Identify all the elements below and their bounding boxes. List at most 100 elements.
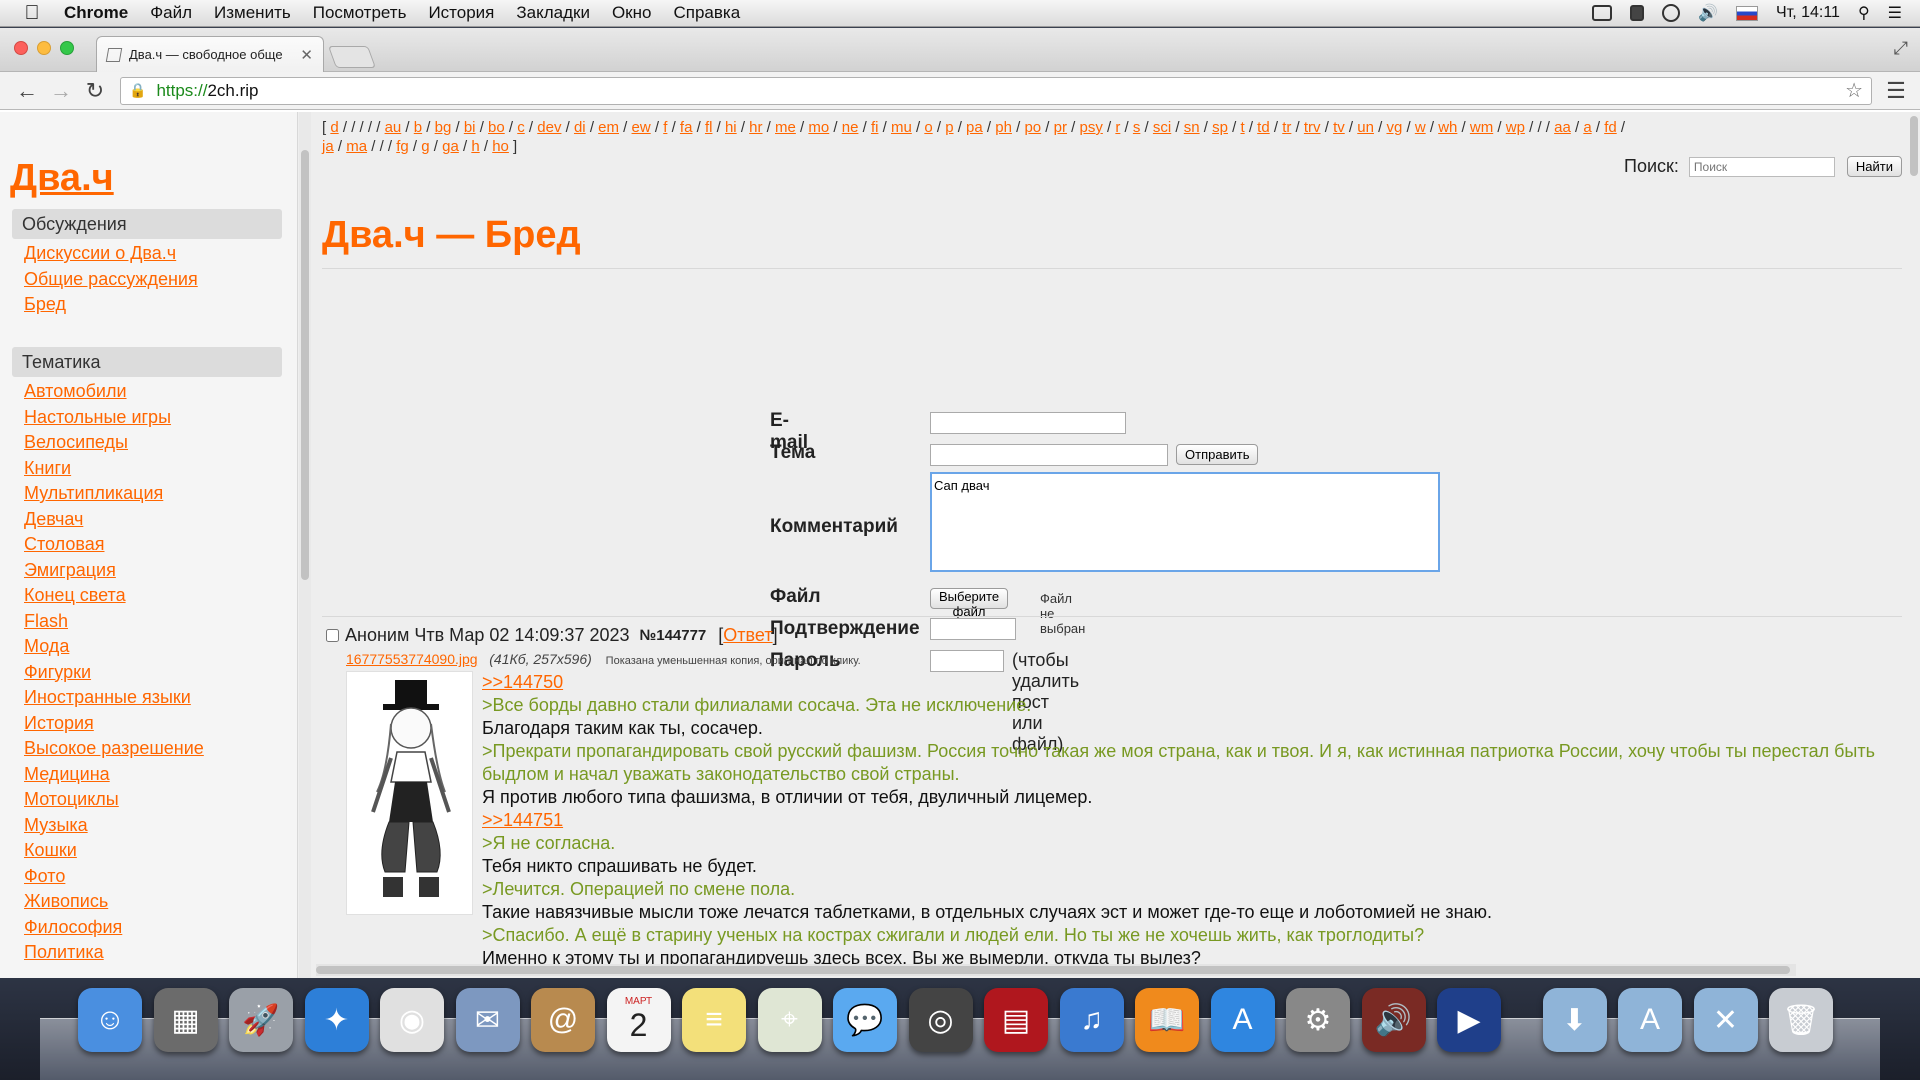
board-link-tr[interactable]: tr xyxy=(1282,119,1291,136)
safari-icon[interactable]: ✦ xyxy=(304,988,369,1052)
sidebar-link[interactable]: Дискуссии о Два.ч xyxy=(12,241,282,267)
tab-close-icon[interactable]: ✕ xyxy=(300,46,313,64)
back-arrow-icon[interactable]: ← xyxy=(10,78,44,104)
sidebar-link[interactable]: Медицина xyxy=(12,762,282,788)
calendar-icon[interactable]: МАРТ 2 xyxy=(606,988,671,1052)
sidebar-link[interactable]: Девчач xyxy=(12,507,282,533)
board-link-ma[interactable]: ma xyxy=(346,138,367,155)
sidebar-link[interactable]: Фигурки xyxy=(12,660,282,686)
chrome-menu-icon[interactable]: ☰ xyxy=(1882,78,1910,104)
board-link-em[interactable]: em xyxy=(598,119,619,136)
reply-link[interactable]: Ответ xyxy=(723,625,772,646)
spotlight-search-icon[interactable]: ⚲ xyxy=(1858,3,1870,23)
notification-center-icon[interactable]: ☰ xyxy=(1888,3,1902,23)
address-bar[interactable]: 🔒 https:// 2ch.rip ☆ xyxy=(120,76,1872,105)
menubar-item-bookmarks[interactable]: Закладки xyxy=(516,3,590,23)
horizontal-scrollbar[interactable] xyxy=(316,964,1796,976)
finder-icon[interactable]: ☺ xyxy=(78,988,142,1052)
battery-icon[interactable] xyxy=(1630,5,1645,21)
board-link-ga[interactable]: ga xyxy=(442,138,459,155)
launchpad-icon[interactable]: 🚀 xyxy=(229,988,293,1052)
trash-icon[interactable]: 🗑 xyxy=(1769,988,1833,1052)
sidebar-link[interactable]: Конец света xyxy=(12,583,282,609)
utilities-folder-icon[interactable]: ✕ xyxy=(1693,988,1758,1052)
board-link-mo[interactable]: mo xyxy=(808,119,829,136)
board-link-wp[interactable]: wp xyxy=(1506,119,1525,136)
sidebar-link[interactable]: История xyxy=(12,711,282,737)
new-tab-button[interactable] xyxy=(327,46,377,68)
board-link-fg[interactable]: fg xyxy=(396,138,409,155)
window-zoom-button[interactable] xyxy=(60,41,74,55)
board-link-ja[interactable]: ja xyxy=(322,138,334,155)
board-link-ew[interactable]: ew xyxy=(632,119,651,136)
menubar-item-view[interactable]: Посмотреть xyxy=(313,3,407,23)
board-link-po[interactable]: po xyxy=(1024,119,1041,136)
quote-reply-link[interactable]: >>144750 xyxy=(482,672,563,692)
board-link-b[interactable]: b xyxy=(414,119,422,136)
board-link-me[interactable]: me xyxy=(775,119,796,136)
reload-icon[interactable]: ↻ xyxy=(78,78,112,104)
system-preferences-icon[interactable]: ⚙ xyxy=(1286,988,1350,1052)
board-link-w[interactable]: w xyxy=(1415,119,1426,136)
volume-icon[interactable]: 🔊 xyxy=(1698,3,1718,23)
vertical-scrollbar[interactable] xyxy=(1908,112,1920,978)
board-link-bo[interactable]: bo xyxy=(488,119,505,136)
applications-folder-icon[interactable]: A xyxy=(1618,988,1682,1052)
notes-icon[interactable]: ≡ xyxy=(682,988,746,1052)
board-link-bg[interactable]: bg xyxy=(435,119,452,136)
board-link-di[interactable]: di xyxy=(574,119,586,136)
board-link-trv[interactable]: trv xyxy=(1304,119,1321,136)
board-link-p[interactable]: p xyxy=(945,119,953,136)
facetime-icon[interactable]: ◎ xyxy=(908,988,973,1052)
captcha-field[interactable] xyxy=(930,618,1016,640)
menubar-item-history[interactable]: История xyxy=(428,3,494,23)
menubar-item-window[interactable]: Окно xyxy=(612,3,652,23)
sidebar-link[interactable]: Настольные игры xyxy=(12,405,282,431)
post-number[interactable]: №144777 xyxy=(640,627,707,644)
board-link-h[interactable]: h xyxy=(471,138,479,155)
board-link-hi[interactable]: hi xyxy=(725,119,737,136)
board-link-sp[interactable]: sp xyxy=(1212,119,1228,136)
post-select-checkbox[interactable] xyxy=(326,629,339,642)
choose-file-button[interactable]: Выберите файл xyxy=(930,588,1009,619)
menubar-item-edit[interactable]: Изменить xyxy=(214,3,291,23)
post-image-thumbnail[interactable] xyxy=(346,671,473,915)
board-link-ne[interactable]: ne xyxy=(842,119,859,136)
menubar-app-name[interactable]: Chrome xyxy=(64,3,128,23)
password-field[interactable] xyxy=(930,650,1004,672)
photo-booth-icon[interactable]: ▤ xyxy=(984,988,1048,1052)
audiobook-icon[interactable]: 🔊 xyxy=(1361,988,1426,1052)
sidebar-link[interactable]: Высокое разрешение xyxy=(12,736,282,762)
sidebar-link[interactable]: Книги xyxy=(12,456,282,482)
board-link-pr[interactable]: pr xyxy=(1054,119,1067,136)
board-link-ph[interactable]: ph xyxy=(995,119,1012,136)
sidebar-link[interactable]: Бред xyxy=(12,292,282,318)
board-link-sci[interactable]: sci xyxy=(1153,119,1171,136)
sidebar-link[interactable]: Кошки xyxy=(12,838,282,864)
sidebar-link[interactable]: Велосипеды xyxy=(12,430,282,456)
board-link-o[interactable]: o xyxy=(924,119,932,136)
bookmark-star-icon[interactable]: ☆ xyxy=(1845,78,1863,103)
search-button[interactable]: Найти xyxy=(1846,156,1902,177)
board-link-tv[interactable]: tv xyxy=(1333,119,1345,136)
app-store-icon[interactable]: A xyxy=(1210,988,1275,1052)
board-link-psy[interactable]: psy xyxy=(1080,119,1103,136)
downloads-folder-icon[interactable]: ⬇ xyxy=(1542,988,1607,1052)
photos-app-icon[interactable]: ▦ xyxy=(153,988,218,1052)
vertical-scrollbar-thumb[interactable] xyxy=(1910,116,1918,176)
ibooks-icon[interactable]: 📖 xyxy=(1135,988,1199,1052)
board-link-td[interactable]: td xyxy=(1257,119,1270,136)
board-link-ho[interactable]: ho xyxy=(492,138,509,155)
window-minimize-button[interactable] xyxy=(37,41,51,55)
sidebar-link[interactable]: Мода xyxy=(12,634,282,660)
sidebar-scrollbar-thumb[interactable] xyxy=(301,150,309,580)
sidebar-link[interactable]: Автомобили xyxy=(12,379,282,405)
menubar-item-help[interactable]: Справка xyxy=(673,3,740,23)
sidebar-link[interactable]: Общие рассуждения xyxy=(12,267,282,293)
forward-arrow-icon[interactable]: → xyxy=(44,78,78,104)
board-link-aa[interactable]: aa xyxy=(1554,119,1571,136)
sidebar-link[interactable]: Музыка xyxy=(12,813,282,839)
sidebar-link[interactable]: Политика xyxy=(12,940,282,966)
submit-button[interactable]: Отправить xyxy=(1176,444,1259,465)
time-machine-icon[interactable] xyxy=(1662,4,1681,22)
